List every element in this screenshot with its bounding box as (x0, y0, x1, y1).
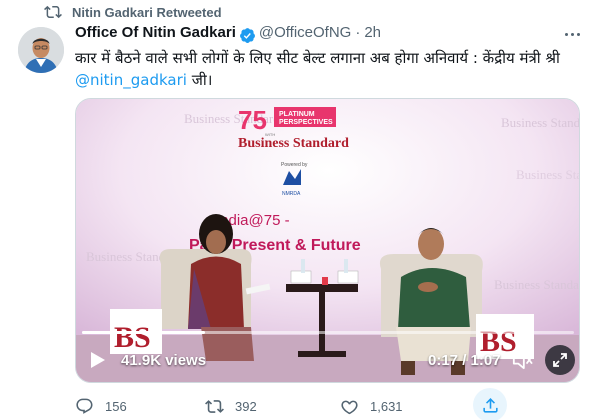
backdrop-watermark: Business Standard (501, 115, 580, 130)
play-icon[interactable] (90, 351, 106, 369)
badge-line2: PERSPECTIVES (279, 119, 333, 126)
podium-logo: BS (114, 321, 151, 354)
reply-count: 156 (105, 398, 127, 414)
expand-icon (553, 353, 567, 367)
video-progress-bar[interactable] (82, 331, 574, 334)
tweet-actions: 156 392 1,631 (75, 388, 515, 420)
tweet-text: कार में बैठने वाले सभी लोगों के लिए सीट … (75, 47, 590, 91)
reply-button[interactable]: 156 (75, 392, 127, 420)
tweet-header: Office Of Nitin Gadkari @OfficeOfNG · 2h (75, 24, 381, 46)
mention-link[interactable]: @nitin_gadkari (75, 71, 187, 89)
more-dot-icon (570, 32, 574, 36)
reply-icon (76, 398, 93, 414)
heart-icon (341, 400, 358, 414)
badge-line1: PLATINUM (279, 111, 315, 118)
video-timecode: 0:17 / 1:07 (428, 352, 501, 369)
retweet-banner[interactable]: Nitin Gadkari Retweeted (44, 2, 222, 22)
more-dot-icon (576, 32, 580, 36)
brand-name: Business Standard (238, 136, 349, 151)
backdrop-watermark: Business Standard (516, 167, 580, 182)
tweet-timestamp[interactable]: 2h (364, 24, 381, 41)
retweet-label: Nitin Gadkari Retweeted (72, 4, 222, 20)
like-count: 1,631 (370, 398, 403, 414)
verified-badge-icon (239, 27, 255, 43)
share-icon (482, 397, 498, 413)
video-progress-fill (82, 331, 205, 334)
badge-number: 75 (238, 105, 267, 135)
more-dot-icon (564, 32, 568, 36)
like-button[interactable]: 1,631 (340, 392, 403, 420)
volume-muted-icon[interactable] (511, 350, 533, 370)
video-player[interactable]: Business Standard Business Standard Busi… (75, 98, 580, 383)
tweet-text-suffix: जी। (186, 71, 213, 89)
video-frame: Business Standard Business Standard Busi… (76, 99, 580, 382)
retweet-icon (44, 5, 62, 19)
author-name[interactable]: Office Of Nitin Gadkari (75, 24, 236, 41)
tweet-text-body: कार में बैठने वाले सभी लोगों के लिए सीट … (75, 49, 560, 67)
fullscreen-button[interactable] (545, 345, 575, 375)
more-options-button[interactable] (560, 24, 584, 44)
powered-by-label: Powered by (281, 162, 308, 168)
view-count: 41.9K views (121, 352, 207, 369)
backdrop-watermark: Business Standard (494, 277, 580, 292)
header-separator: · (355, 24, 361, 41)
sponsor-name: NMRDA (282, 191, 301, 197)
retweet-count: 392 (235, 398, 257, 414)
author-handle[interactable]: @OfficeOfNG (259, 24, 351, 41)
avatar[interactable] (18, 27, 64, 73)
share-button[interactable] (473, 388, 507, 420)
retweet-button[interactable]: 392 (205, 392, 257, 420)
retweet-icon (205, 399, 224, 413)
